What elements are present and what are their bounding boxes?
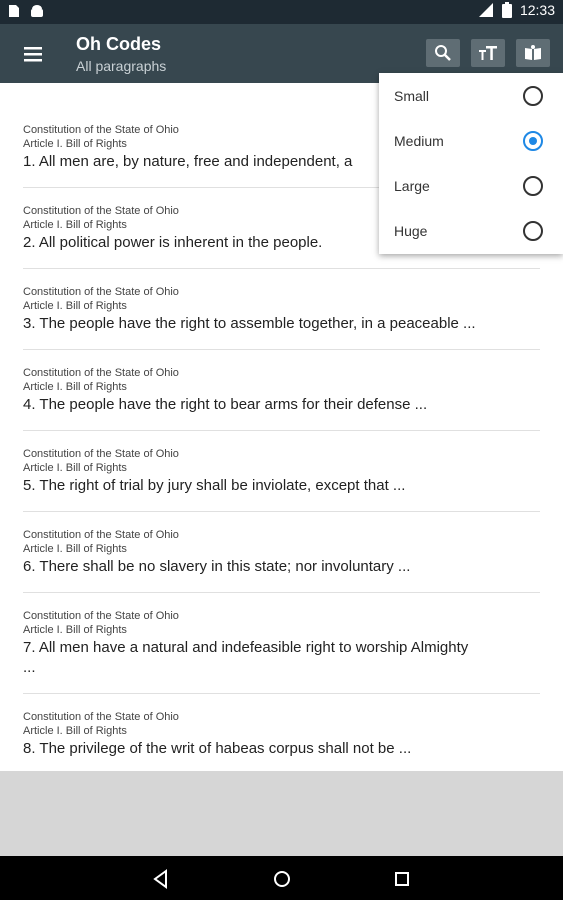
item-source: Constitution of the State of Ohio	[23, 711, 179, 723]
text-size-icon	[479, 46, 497, 60]
status-time: 12:33	[519, 2, 555, 18]
signal-icon	[478, 3, 493, 17]
text-size-menu: Small Medium Large Huge	[379, 73, 563, 254]
divider	[23, 693, 540, 694]
option-label: Medium	[394, 133, 444, 149]
radio-button[interactable]	[523, 221, 543, 241]
item-article: Article I. Bill of Rights	[23, 624, 127, 636]
item-source: Constitution of the State of Ohio	[23, 286, 179, 298]
search-button[interactable]	[426, 39, 460, 67]
list-item[interactable]: Constitution of the State of Ohio Articl…	[23, 366, 540, 415]
item-article: Article I. Bill of Rights	[23, 543, 127, 555]
option-large[interactable]: Large	[379, 164, 563, 209]
list-item[interactable]: Constitution of the State of Ohio Articl…	[23, 447, 540, 496]
status-bar: 12:33	[0, 0, 563, 24]
list-item[interactable]: Constitution of the State of Ohio Articl…	[23, 285, 540, 334]
item-article: Article I. Bill of Rights	[23, 462, 127, 474]
item-text: 3. The people have the right to assemble…	[23, 315, 476, 332]
option-small[interactable]: Small	[379, 74, 563, 119]
android-icon	[31, 5, 43, 17]
empty-area	[0, 771, 563, 856]
item-article: Article I. Bill of Rights	[23, 381, 127, 393]
radio-button[interactable]	[523, 86, 543, 106]
option-label: Large	[394, 178, 430, 194]
divider	[23, 592, 540, 593]
text-size-button[interactable]	[471, 39, 505, 67]
option-medium[interactable]: Medium	[379, 119, 563, 164]
list-item[interactable]: Constitution of the State of Ohio Articl…	[23, 609, 540, 678]
radio-button-selected[interactable]	[523, 131, 543, 151]
menu-icon[interactable]	[20, 41, 46, 67]
search-icon	[435, 45, 451, 61]
item-text: 7. All men have a natural and indefeasib…	[23, 639, 469, 676]
book-icon	[525, 45, 541, 60]
battery-icon	[501, 2, 512, 18]
divider	[23, 268, 540, 269]
radio-dot	[529, 137, 537, 145]
recents-icon[interactable]	[389, 866, 415, 892]
option-label: Small	[394, 88, 430, 104]
home-icon[interactable]	[269, 866, 295, 892]
item-text: 6. There shall be no slavery in this sta…	[23, 558, 411, 575]
back-icon[interactable]	[148, 866, 174, 892]
divider	[23, 349, 540, 350]
book-button[interactable]	[516, 39, 550, 67]
item-source: Constitution of the State of Ohio	[23, 448, 179, 460]
divider	[23, 430, 540, 431]
item-article: Article I. Bill of Rights	[23, 725, 127, 737]
item-source: Constitution of the State of Ohio	[23, 529, 179, 541]
item-source: Constitution of the State of Ohio	[23, 610, 179, 622]
item-text: 4. The people have the right to bear arm…	[23, 396, 428, 413]
option-label: Huge	[394, 223, 428, 239]
list-item[interactable]: Constitution of the State of Ohio Articl…	[23, 528, 540, 577]
item-text: 8. The privilege of the writ of habeas c…	[23, 740, 412, 757]
item-text: 5. The right of trial by jury shall be i…	[23, 477, 406, 494]
item-source: Constitution of the State of Ohio	[23, 367, 179, 379]
document-icon	[9, 5, 19, 17]
radio-button[interactable]	[523, 176, 543, 196]
divider	[23, 511, 540, 512]
option-huge[interactable]: Huge	[379, 209, 563, 254]
navigation-bar	[0, 856, 563, 900]
item-article: Article I. Bill of Rights	[23, 300, 127, 312]
list-item[interactable]: Constitution of the State of Ohio Articl…	[23, 710, 540, 759]
app-subtitle: All paragraphs	[76, 58, 167, 74]
app-title: Oh Codes	[76, 34, 162, 54]
